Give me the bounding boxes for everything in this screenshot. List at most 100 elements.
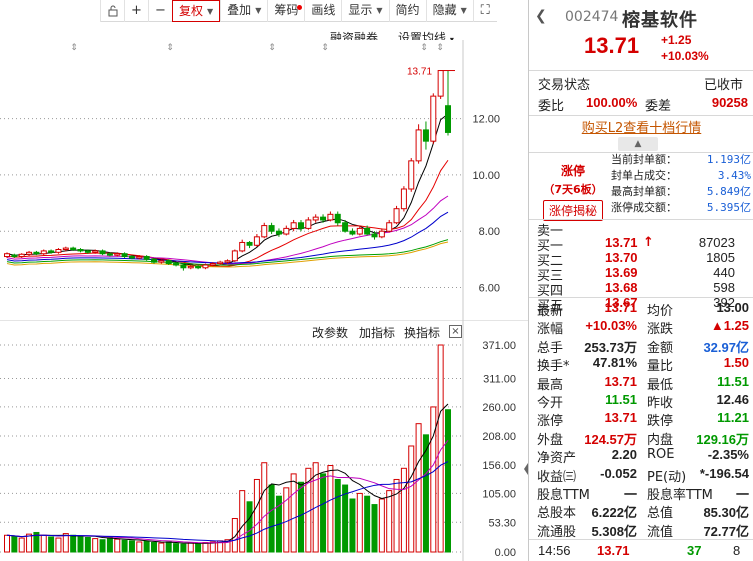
candle-body — [231, 250, 238, 262]
volume-bar — [151, 542, 157, 553]
candle-body — [195, 265, 202, 269]
chevron-down-icon: ▼ — [376, 6, 383, 15]
volume-bar — [165, 541, 172, 553]
toolbar-9-button[interactable]: 隐藏 ▼ — [425, 0, 473, 22]
candle-body — [356, 227, 363, 235]
toolbar-8-button[interactable]: 简约 — [388, 0, 426, 22]
fullscreen-icon[interactable]: ⛶ — [472, 0, 497, 22]
volume-y-tick: 311.00 — [483, 373, 516, 385]
candle-body — [378, 230, 385, 238]
candle-body — [283, 227, 290, 235]
quote-label: 跌停 — [647, 414, 674, 430]
candle-body — [239, 241, 246, 252]
candle-body — [437, 70, 444, 97]
quote-label: 总手 — [537, 340, 564, 356]
quote-grid: 最新 13.71 均价 13.00 涨幅 +10.03% 涨跌 ▲1.25 总手 253.73万金… — [537, 300, 749, 540]
expand-toggle[interactable]: ▲ — [618, 137, 658, 151]
limit-up-stat-row: 当前封单额： 1.193亿 — [611, 152, 751, 168]
book-price: 13.69 — [605, 265, 638, 280]
candle-body — [320, 216, 327, 221]
toolbar-7-button[interactable]: 显示 ▼ — [341, 0, 388, 22]
candle-body — [268, 225, 275, 232]
limit-up-streak: （7天6板） — [543, 183, 603, 196]
candle-body — [430, 95, 437, 142]
book-price: 13.68 — [605, 280, 638, 295]
volume-bar — [349, 498, 356, 553]
volume-bar — [408, 445, 415, 553]
volume-bar — [202, 542, 209, 553]
quote-panel: ❮ 002474 榕基软件 13.71 +1.25 +10.03% 交易状态 已… — [528, 0, 753, 561]
kline-chart[interactable]: 12.00 10.00 8.00 6.00 ⇕ ⇕ ⇕ ⇕ ⇕ ⇕ 13.71 — [0, 40, 528, 320]
quote-label: 量比 — [647, 359, 674, 375]
candle-body — [290, 222, 297, 229]
kline-bg — [0, 40, 463, 320]
chevron-up-icon: ▲ — [634, 139, 642, 149]
zoom-out-icon[interactable]: − — [148, 0, 172, 22]
quote-row: 流通股 5.308亿 流值 72.77亿 — [537, 521, 749, 540]
toolbar-3-button[interactable]: 复权 ▼ — [172, 0, 221, 22]
quote-value: 13.00 — [716, 300, 749, 315]
stat-value: 5.849亿 — [706, 185, 751, 198]
candle-body — [371, 233, 378, 238]
quote-label: 均价 — [647, 304, 674, 319]
stat-label: 当前封单额： — [611, 153, 677, 166]
volume-bar — [4, 534, 10, 553]
book-price: 13.70 — [605, 250, 638, 265]
candle-body — [305, 219, 312, 229]
candle-body — [327, 213, 334, 221]
order-book-row: 买三 13.69 440 — [537, 265, 749, 284]
volume-y-tick: 105.00 — [482, 488, 516, 500]
quote-row: 涨幅 +10.03% 涨跌 ▲1.25 — [537, 318, 749, 337]
quote-value: 11.21 — [717, 410, 749, 426]
chevron-left-icon[interactable]: ❮ — [535, 8, 547, 24]
quote-value: 253.73万 — [584, 339, 637, 355]
quote-value: 12.46 — [716, 391, 749, 407]
toolbar-label: 简约 — [395, 3, 420, 17]
volume-y-tick: 371.00 — [482, 340, 516, 352]
quote-value: 1.50 — [723, 355, 749, 371]
quote-value: 129.16万 — [696, 431, 749, 447]
volume-bar — [62, 533, 69, 553]
chevron-down-icon: ▼ — [460, 6, 467, 15]
quote-row: 净资产 2.20 ROE -2.35% — [537, 447, 749, 466]
lock-icon[interactable] — [100, 0, 124, 22]
zoom-in-icon[interactable]: + — [124, 0, 148, 22]
toolbar-5-button[interactable]: 筹码 — [267, 0, 304, 22]
limit-up-reveal-button[interactable]: 涨停揭秘 — [543, 200, 603, 221]
candle-body — [202, 264, 209, 269]
volume-chart[interactable]: 371.00 311.00 260.00 208.00 156.00 105.00 53.3… — [0, 320, 528, 561]
limit-up-stat-row: 涨停成交额： 5.395亿 — [611, 200, 751, 216]
toolbar-label: 叠加 — [227, 3, 252, 17]
kline-marker: ⇕ — [436, 43, 444, 53]
volume-bar — [195, 543, 202, 553]
stock-name: 榕基软件 — [622, 10, 698, 31]
quote-row: 换手* 47.81% 量比 1.50 — [537, 355, 749, 375]
chart-area[interactable]: + − 复权 ▼ 叠加 ▼ 筹码 画线 显示 ▼ 简约 隐藏 ▼ ⛶ 融资融券 设置均线 ▾ 12.00 1… — [0, 0, 528, 561]
quote-value: 32.97亿 — [703, 339, 749, 355]
candle-body — [11, 254, 18, 258]
quote-value: 124.57万 — [584, 431, 637, 447]
fullscreen-icon-glyph: ⛶ — [480, 3, 490, 18]
candle-body — [62, 247, 69, 250]
quote-label: 内盘 — [647, 432, 674, 448]
quote-value: 13.71 — [604, 300, 637, 315]
quote-value: 85.30亿 — [703, 505, 749, 521]
quote-value: 一 — [735, 486, 749, 502]
toolbar-4-button[interactable]: 叠加 ▼ — [220, 0, 267, 22]
volume-y-tick: 53.30 — [488, 517, 516, 529]
quote-label: 外盘 — [537, 432, 564, 448]
wc-label: 委差 — [645, 99, 672, 114]
toolbar-label: 筹码 — [274, 3, 299, 17]
candle-body — [422, 129, 429, 142]
toolbar-6-button[interactable]: 画线 — [304, 0, 341, 22]
candle-body — [84, 250, 91, 253]
candle-body — [400, 188, 407, 210]
volume-bar — [364, 495, 371, 553]
quote-value: -0.052 — [600, 465, 637, 481]
volume-bar — [70, 534, 77, 553]
candle-body — [158, 260, 165, 263]
candle-body — [408, 160, 415, 190]
candle-body — [224, 260, 231, 263]
buy-l2-link[interactable]: 购买L2查看十档行情 — [529, 117, 753, 136]
chevron-down-icon: ▼ — [255, 6, 262, 15]
